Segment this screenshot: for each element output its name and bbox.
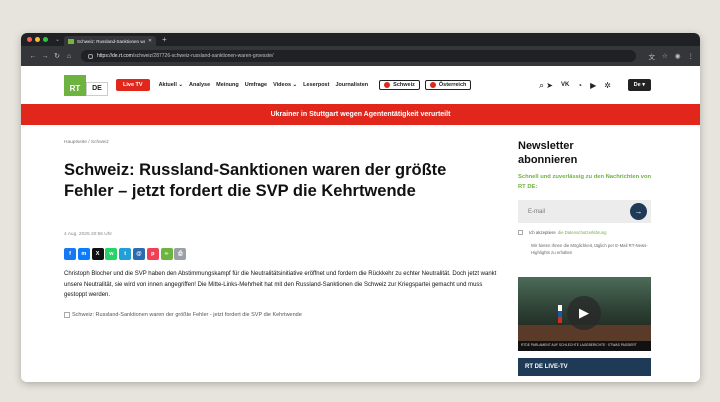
email-placeholder: E-mail xyxy=(528,208,546,215)
newsletter-subtitle: Schnell und zuverlässig zu den Nachricht… xyxy=(518,174,652,190)
telegram-icon[interactable]: ➤ xyxy=(546,81,553,90)
schweiz-button[interactable]: Schweiz xyxy=(379,80,420,90)
link-icon[interactable]: ∞ xyxy=(160,248,173,260)
schweiz-label: Schweiz xyxy=(393,82,415,88)
nav-leserpost[interactable]: Leserpost xyxy=(303,82,329,88)
toolbar: ← → ↻ ⌂ https://de.rt.com/schweiz/287726… xyxy=(21,46,700,66)
bookmark-star-icon[interactable]: ☆ xyxy=(662,52,668,60)
url-text: https://de.rt.com/schweiz/287726-schweiz… xyxy=(97,53,273,59)
logo-rt: RT xyxy=(64,74,86,96)
messenger-icon[interactable]: m xyxy=(77,248,90,260)
nav-journalisten[interactable]: Journalisten xyxy=(335,82,368,88)
article-date: 4 Aug. 2025 20:56 Uhr xyxy=(64,232,113,237)
video-player[interactable]: ▶ RTDE PARLAMENT AUF SCHLECHTE LAGEBERIC… xyxy=(518,277,651,351)
home-button[interactable]: ⌂ xyxy=(63,53,75,60)
oesterreich-label: Österreich xyxy=(438,82,467,88)
favicon-icon xyxy=(68,38,75,44)
address-bar[interactable]: https://de.rt.com/schweiz/287726-schweiz… xyxy=(81,50,636,62)
broken-image-icon xyxy=(64,312,70,318)
print-icon[interactable]: ⎙ xyxy=(174,248,187,260)
profile-icon[interactable]: ◉ xyxy=(675,52,681,60)
nav-meinung[interactable]: Meinung xyxy=(216,82,239,88)
settings-icon[interactable]: ✲ xyxy=(604,81,611,90)
x-icon[interactable]: X xyxy=(91,248,104,260)
translate-icon[interactable]: 文 xyxy=(649,51,656,61)
menu-dots-icon[interactable]: ⋮ xyxy=(688,52,695,60)
consent-checkbox[interactable] xyxy=(518,230,523,235)
play-icon[interactable]: ▶ xyxy=(567,296,601,330)
tab-list-icon[interactable]: ⌄ xyxy=(55,36,60,43)
live-tv-button[interactable]: Live TV xyxy=(116,79,150,91)
newsletter-title: Newsletter abonnieren xyxy=(518,140,578,166)
page-content: Hauptseite / Schweiz Schweiz: Russland-S… xyxy=(21,125,700,382)
tab-close-icon[interactable]: ✕ xyxy=(148,38,152,44)
minimize-window-button[interactable] xyxy=(35,37,40,42)
consent-text: Ich akzeptiere xyxy=(529,230,556,235)
oesterreich-button[interactable]: Österreich xyxy=(424,80,472,90)
site-header: RT DE Live TV Aktuell ⌄ Analyse Meinung … xyxy=(21,66,700,104)
whatsapp-icon[interactable]: w xyxy=(105,248,118,260)
article-lead: Christoph Blocher und die SVP haben den … xyxy=(64,271,497,298)
flag-in-video xyxy=(558,305,562,323)
breadcrumb[interactable]: Hauptseite / Schweiz xyxy=(64,140,109,145)
url-host: https://de.rt.com xyxy=(97,53,133,59)
language-select[interactable]: De ▾ xyxy=(627,79,651,91)
logo-de: DE xyxy=(86,81,108,96)
email-icon[interactable]: @ xyxy=(132,248,145,260)
live-tv-link[interactable]: RT DE LIVE-TV xyxy=(518,358,651,376)
pocket-icon[interactable]: p xyxy=(146,248,159,260)
article-image: Schweiz: Russland-Sanktionen waren der g… xyxy=(64,312,302,318)
site-info-icon[interactable] xyxy=(88,53,93,59)
nav-analyse[interactable]: Analyse xyxy=(189,82,210,88)
privacy-link[interactable]: die Datenschutzerklärung xyxy=(558,230,607,235)
article-headline: Schweiz: Russland-Sanktionen waren der g… xyxy=(64,161,447,200)
subscribe-arrow-button[interactable]: → xyxy=(630,203,647,220)
rt-de-logo[interactable]: RT DE xyxy=(64,74,108,96)
image-alt-text: Schweiz: Russland-Sanktionen waren der g… xyxy=(72,312,302,318)
browser-window: ⌄ Schweiz: Russland-Sanktionen waren... … xyxy=(21,33,700,382)
breaking-news-banner[interactable]: Ukrainer in Stuttgart wegen Agententätig… xyxy=(21,104,700,125)
swiss-flag-icon xyxy=(384,82,391,88)
close-window-button[interactable] xyxy=(27,37,32,42)
tab-title: Schweiz: Russland-Sanktionen waren... xyxy=(77,38,145,44)
consent-row: Ich akzeptiere die Datenschutzerklärung xyxy=(518,230,607,235)
url-path: /schweiz/287726-schweiz-russland-sanktio… xyxy=(132,53,274,59)
maximize-window-button[interactable] xyxy=(43,37,48,42)
tab-strip: ⌄ Schweiz: Russland-Sanktionen waren... … xyxy=(21,33,700,46)
share-bar: f m Xw t @ p ∞ ⎙ xyxy=(64,248,188,260)
austria-flag-icon xyxy=(429,82,436,88)
main-nav: Aktuell ⌄ Analyse Meinung Umfrage Videos… xyxy=(159,82,375,88)
back-button[interactable]: ← xyxy=(27,53,39,60)
new-tab-button[interactable]: + xyxy=(162,35,167,44)
browser-tab[interactable]: Schweiz: Russland-Sanktionen waren... ✕ xyxy=(64,36,157,46)
odysee-icon[interactable]: ◔ xyxy=(577,81,582,90)
telegram-icon[interactable]: t xyxy=(119,248,132,260)
video-ticker: RTDE PARLAMENT AUF SCHLECHTE LAGEBERICHT… xyxy=(518,341,651,351)
vk-icon[interactable]: VK xyxy=(561,82,569,88)
email-field[interactable]: E-mail → xyxy=(518,200,651,223)
nav-aktuell[interactable]: Aktuell ⌄ xyxy=(159,82,183,88)
newsletter-note: Wir bieten Ihnen die Möglichkeit, täglic… xyxy=(531,243,648,255)
social-icons: ➤ VK ◔ ▶ ✲ xyxy=(538,81,611,90)
facebook-icon[interactable]: f xyxy=(64,248,76,260)
reload-button[interactable]: ↻ xyxy=(51,52,63,60)
nav-videos[interactable]: Videos ⌄ xyxy=(273,82,297,88)
nav-umfrage[interactable]: Umfrage xyxy=(245,82,267,88)
forward-button[interactable]: → xyxy=(39,53,51,60)
rumble-icon[interactable]: ▶ xyxy=(590,81,596,90)
